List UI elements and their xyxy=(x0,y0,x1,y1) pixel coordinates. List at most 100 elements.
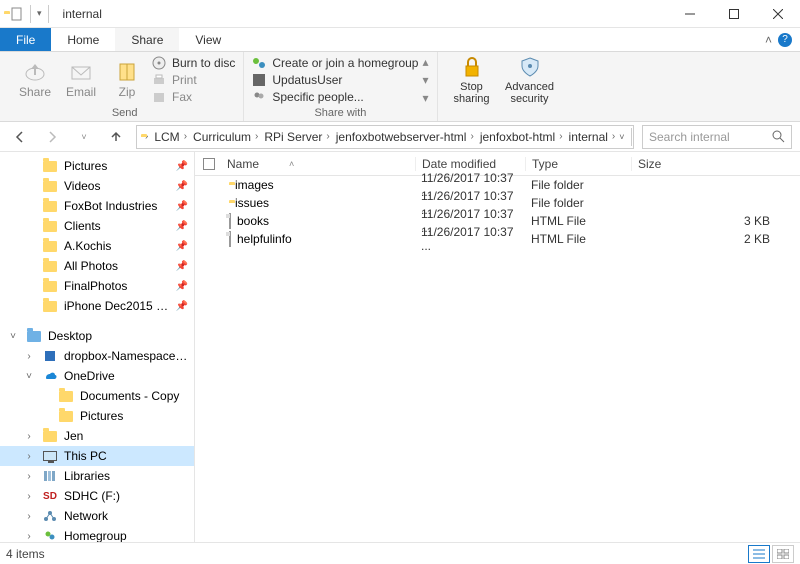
forward-button[interactable] xyxy=(40,125,64,149)
sharewith-more-icon[interactable]: ▾ xyxy=(422,91,428,105)
expand-icon[interactable]: › xyxy=(22,511,36,522)
tree-item[interactable]: ›SDSDHC (F:) xyxy=(0,486,194,506)
tree-item[interactable]: Pictures xyxy=(0,406,194,426)
crumb-3[interactable]: jenfoxbotwebserver-html› xyxy=(334,130,476,144)
tree-item[interactable]: FoxBot Industries📌 xyxy=(0,196,194,216)
tree-label: Clients xyxy=(64,219,170,233)
file-row[interactable]: helpfulinfo11/26/2017 10:37 ...HTML File… xyxy=(195,230,800,248)
crumb-5[interactable]: internal› xyxy=(567,130,618,144)
tab-file[interactable]: File xyxy=(0,28,51,51)
back-button[interactable] xyxy=(8,125,32,149)
crumb-2[interactable]: RPi Server› xyxy=(262,130,331,144)
folder-icon xyxy=(42,258,58,274)
tree-item[interactable]: Documents - Copy xyxy=(0,386,194,406)
share-button[interactable]: Share xyxy=(14,61,56,99)
close-button[interactable] xyxy=(756,0,800,28)
tree-item[interactable]: All Photos📌 xyxy=(0,256,194,276)
up-button[interactable] xyxy=(104,125,128,149)
address-bar: ˅ › LCM› Curriculum› RPi Server› jenfoxb… xyxy=(0,122,800,152)
tree-item[interactable]: › dropbox-NamespaceExtensio xyxy=(0,346,194,366)
lib-icon xyxy=(42,468,58,484)
adv-security-button[interactable]: Advanced security xyxy=(502,55,558,105)
minimize-button[interactable] xyxy=(668,0,712,28)
col-name[interactable]: Name xyxy=(227,157,259,171)
pin-icon: 📌 xyxy=(176,281,188,292)
tree-item[interactable]: Clients 📌 xyxy=(0,216,194,236)
tree-item[interactable]: Videos📌 xyxy=(0,176,194,196)
tree-label: FinalPhotos xyxy=(64,279,170,293)
expand-icon[interactable]: › xyxy=(22,351,36,362)
folder-icon xyxy=(58,388,74,404)
navigation-pane[interactable]: Pictures📌Videos📌FoxBot Industries📌Client… xyxy=(0,152,195,542)
email-icon xyxy=(70,61,92,83)
group-send-label: Send xyxy=(112,107,138,119)
crumb-1[interactable]: Curriculum› xyxy=(191,130,260,144)
tree-label: dropbox-NamespaceExtensio xyxy=(64,349,188,363)
breadcrumb-box[interactable]: › LCM› Curriculum› RPi Server› jenfoxbot… xyxy=(136,125,634,149)
tree-item[interactable]: › Jen xyxy=(0,426,194,446)
details-view-button[interactable] xyxy=(748,545,770,563)
maximize-button[interactable] xyxy=(712,0,756,28)
col-date[interactable]: Date modified xyxy=(415,157,525,171)
tree-item[interactable]: iPhone Dec2015 to Jan2016📌 xyxy=(0,296,194,316)
recent-dropdown[interactable]: ˅ xyxy=(72,125,96,149)
pin-icon: 📌 xyxy=(176,221,188,232)
addr-dropdown-icon[interactable]: ˅ xyxy=(619,132,624,142)
file-name: books xyxy=(237,214,269,228)
expand-icon[interactable]: › xyxy=(22,491,36,502)
help-icon[interactable]: ? xyxy=(778,33,792,47)
tree-item[interactable]: FinalPhotos 📌 xyxy=(0,276,194,296)
sharewith-dn-icon[interactable]: ▾ xyxy=(422,73,428,87)
tree-label: Jen xyxy=(64,429,188,443)
search-input[interactable]: Search internal xyxy=(642,125,792,149)
qat-dropdown-icon[interactable]: ▾ xyxy=(37,8,42,19)
pin-icon: 📌 xyxy=(176,241,188,252)
thumbnails-view-button[interactable] xyxy=(772,545,794,563)
share-icon xyxy=(24,61,46,83)
pin-icon: 📌 xyxy=(176,301,188,312)
col-size[interactable]: Size xyxy=(631,157,800,171)
burn-button[interactable]: Burn to disc xyxy=(152,56,235,70)
user-icon xyxy=(252,73,266,87)
email-button[interactable]: Email xyxy=(60,61,102,99)
file-list[interactable]: images11/26/2017 10:37 ...File folderiss… xyxy=(195,176,800,542)
col-type[interactable]: Type xyxy=(525,157,631,171)
tree-item[interactable]: ›This PC xyxy=(0,446,194,466)
crumb-0[interactable]: LCM› xyxy=(152,130,189,144)
print-button[interactable]: Print xyxy=(152,73,235,87)
tab-home[interactable]: Home xyxy=(51,28,115,51)
crumb-4[interactable]: jenfoxbot-html› xyxy=(478,130,565,144)
ribbon-collapse-icon[interactable]: ˄ xyxy=(765,33,772,47)
expand-icon[interactable]: › xyxy=(22,471,36,482)
pc-icon xyxy=(42,448,58,464)
expand-icon[interactable]: ˅ xyxy=(22,371,36,382)
expand-icon[interactable]: › xyxy=(22,431,36,442)
tree-item[interactable]: ˅Desktop xyxy=(0,326,194,346)
tree-item[interactable]: Pictures📌 xyxy=(0,156,194,176)
tree-item[interactable]: ›Network xyxy=(0,506,194,526)
net-icon xyxy=(42,508,58,524)
tree-label: Libraries xyxy=(64,469,188,483)
tab-share[interactable]: Share xyxy=(115,28,179,51)
tree-item[interactable]: › Libraries xyxy=(0,466,194,486)
tree-label: Pictures xyxy=(80,409,188,423)
tab-view[interactable]: View xyxy=(179,28,237,51)
expand-icon[interactable]: ˅ xyxy=(6,331,20,342)
lock-icon xyxy=(460,55,484,79)
shield-icon xyxy=(518,55,542,79)
zip-button[interactable]: Zip xyxy=(106,61,148,99)
stop-sharing-button[interactable]: Stop sharing xyxy=(446,55,498,105)
specific-people-button[interactable]: Specific people... xyxy=(252,90,418,104)
homegroup-button[interactable]: Create or join a homegroup xyxy=(252,56,418,70)
selectall-checkbox[interactable] xyxy=(203,158,215,170)
tree-item[interactable]: ›Homegroup xyxy=(0,526,194,542)
updatususer-button[interactable]: UpdatusUser xyxy=(252,73,418,87)
expand-icon[interactable]: › xyxy=(22,451,36,462)
sharewith-up-icon[interactable]: ▴ xyxy=(422,55,428,69)
tree-item[interactable]: ˅OneDrive xyxy=(0,366,194,386)
tree-item[interactable]: A.Kochis📌 xyxy=(0,236,194,256)
qat-doc-icon[interactable] xyxy=(10,7,24,21)
expand-icon[interactable]: › xyxy=(22,531,36,542)
fax-button[interactable]: Fax xyxy=(152,90,235,104)
ribbon: Share Email Zip Burn to disc Print Fax S… xyxy=(0,52,800,122)
